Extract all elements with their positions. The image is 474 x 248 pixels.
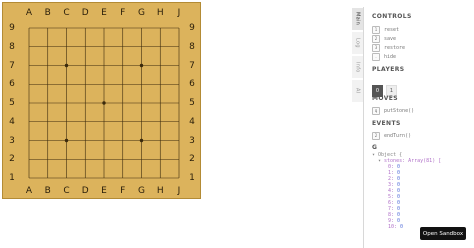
row-label-left: 9	[9, 23, 15, 33]
column-label-top: J	[177, 8, 181, 18]
control-label: restore	[384, 44, 406, 51]
control-label: hide	[384, 53, 397, 60]
players-title: PLAYERS	[372, 66, 405, 73]
events-title: EVENTS	[372, 120, 401, 127]
column-label-bottom: D	[81, 186, 89, 196]
hoshi-point	[139, 63, 144, 68]
column-label-bottom: A	[25, 186, 33, 196]
control-label: reset	[384, 26, 400, 33]
row-label-left: 4	[9, 116, 15, 127]
debug-tabs: Main Log Info AI	[352, 8, 363, 104]
column-label-top: C	[63, 8, 70, 18]
row-label-left: 5	[9, 98, 15, 108]
tab-ai-label: AI	[354, 88, 361, 94]
row-label-left: 6	[9, 79, 15, 90]
tree-item-key: 10:	[388, 224, 398, 230]
move-label: putStone()	[384, 107, 415, 114]
key-badge: .	[372, 52, 380, 61]
column-label-top: H	[156, 8, 164, 18]
row-label-right: 2	[189, 154, 195, 165]
key-badge: q	[372, 106, 380, 115]
tab-ai[interactable]: AI	[352, 80, 363, 102]
state-tree: ▾ Object { ▾ stones: Array(81) [ 0: 0 1: …	[372, 152, 474, 230]
column-label-top: G	[138, 8, 145, 18]
key-badge: 2	[372, 34, 380, 43]
row-label-right: 5	[189, 98, 195, 108]
board-grid[interactable]	[3, 3, 202, 200]
control-save[interactable]: 2 save	[372, 34, 474, 43]
tree-items: 0: 0 1: 0 2: 0 3: 0 4: 0 5: 0 6: 0 7: 0 8: 0 9: 0…	[372, 164, 474, 230]
column-label-bottom: J	[177, 186, 181, 196]
tab-log-label: Log	[354, 38, 361, 48]
tab-main[interactable]: Main	[352, 8, 363, 30]
column-label-top: B	[44, 8, 51, 18]
event-label: endTurn()	[384, 132, 412, 139]
key-badge: 1	[372, 25, 380, 34]
control-restore[interactable]: 3 restore	[372, 43, 474, 52]
row-label-left: 1	[9, 173, 15, 183]
column-label-bottom: G	[138, 186, 145, 196]
g-title: G	[372, 144, 378, 151]
hoshi-point	[64, 63, 69, 68]
control-label: save	[384, 35, 397, 42]
row-label-left: 3	[9, 135, 15, 146]
moves-title: MOVES	[372, 95, 398, 102]
tab-info[interactable]: Info	[352, 56, 363, 78]
column-label-bottom: E	[101, 186, 107, 196]
hoshi-point	[139, 138, 144, 143]
row-label-right: 1	[189, 173, 195, 183]
hoshi-point	[102, 101, 106, 105]
control-reset[interactable]: 1 reset	[372, 25, 474, 34]
row-label-right: 7	[189, 60, 195, 71]
row-label-left: 2	[9, 154, 15, 165]
key-badge: 3	[372, 43, 380, 52]
move-putstone[interactable]: q putStone()	[372, 106, 474, 115]
row-label-right: 6	[189, 79, 195, 90]
row-label-right: 4	[189, 116, 195, 127]
hoshi-point	[64, 138, 69, 143]
tab-main-label: Main	[354, 12, 361, 26]
row-label-right: 3	[189, 135, 195, 146]
column-label-top: E	[101, 8, 107, 18]
column-label-bottom: H	[156, 186, 164, 196]
column-label-top: F	[120, 8, 126, 18]
column-label-top: D	[81, 8, 89, 18]
debug-panel: CONTROLS 1 reset 2 save 3 restore . hide…	[363, 7, 474, 248]
row-label-left: 8	[9, 41, 15, 52]
controls-title: CONTROLS	[372, 13, 412, 20]
tab-log[interactable]: Log	[352, 32, 363, 54]
column-label-bottom: C	[63, 186, 70, 196]
tab-info-label: Info	[354, 61, 361, 73]
row-label-right: 9	[189, 23, 195, 33]
column-label-bottom: F	[120, 186, 126, 196]
control-hide[interactable]: . hide	[372, 52, 474, 61]
column-label-bottom: B	[44, 186, 51, 196]
event-endturn[interactable]: 2 endTurn()	[372, 131, 474, 140]
key-badge: 2	[372, 131, 380, 140]
column-label-top: A	[25, 8, 33, 18]
tree-item-value: 0	[400, 224, 404, 230]
go-board[interactable]: AABBCCDDEEFFGGHHJJ998877665544332211	[2, 2, 201, 199]
row-label-right: 8	[189, 41, 195, 52]
open-sandbox-button[interactable]: Open Sandbox	[420, 227, 466, 240]
row-label-left: 7	[9, 60, 15, 71]
